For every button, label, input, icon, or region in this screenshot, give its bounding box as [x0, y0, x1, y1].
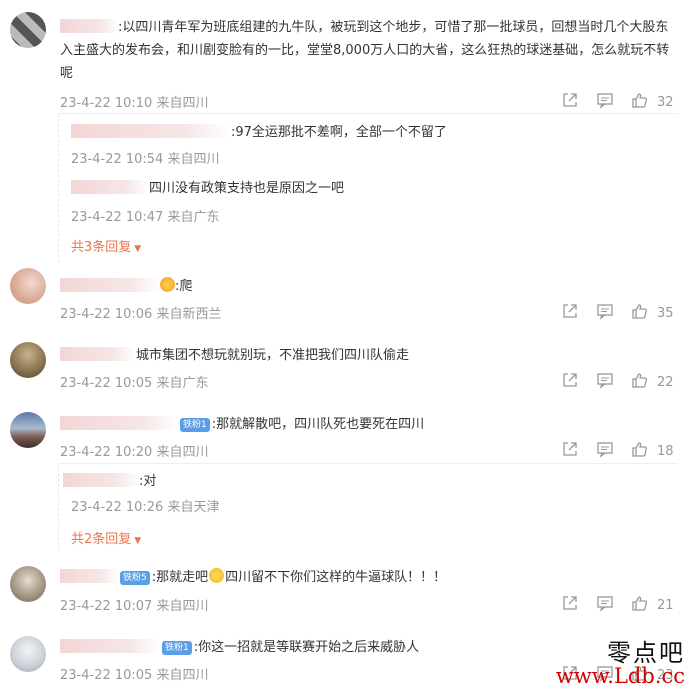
action-bar: 21: [561, 594, 674, 616]
like-icon: [631, 440, 649, 462]
comment-meta: 23-4-22 10:05 来自四川: [60, 668, 209, 683]
username[interactable]: [71, 124, 231, 138]
username[interactable]: [60, 639, 160, 653]
reply-thread: :97全运那批不差啊，全部一个不留了 23-4-22 10:54 来自四川 四川…: [58, 114, 679, 262]
crown-emoji-icon: [160, 277, 175, 292]
username[interactable]: [63, 473, 139, 487]
share-icon[interactable]: [561, 440, 579, 462]
like-count: 32: [657, 94, 674, 110]
username[interactable]: [71, 180, 149, 194]
more-replies-link[interactable]: 共2条回复 ▼: [71, 528, 141, 547]
username[interactable]: [60, 569, 118, 583]
watermark: 零点吧 www.Ldb.cc: [556, 633, 685, 688]
comment-icon[interactable]: [596, 371, 614, 393]
like-icon: [631, 91, 649, 113]
action-bar: 32: [561, 91, 674, 113]
comment-meta: 23-4-22 10:10 来自四川: [60, 96, 209, 111]
like-icon: [631, 302, 649, 324]
like-button[interactable]: 22: [631, 371, 674, 393]
chevron-down-icon: ▼: [134, 536, 142, 546]
comment-meta: 23-4-22 10:07 来自四川: [60, 599, 209, 614]
fan-badge: 铁粉1: [162, 641, 192, 655]
username[interactable]: [60, 347, 136, 361]
avatar[interactable]: [10, 412, 46, 448]
like-button[interactable]: 32: [631, 91, 674, 113]
like-icon: [631, 594, 649, 616]
like-count: 18: [657, 443, 674, 459]
reply-meta: 23-4-22 10:26 来自天津: [71, 500, 220, 515]
like-count: 21: [657, 597, 674, 613]
avatar[interactable]: [10, 12, 46, 48]
like-button[interactable]: 35: [631, 302, 674, 324]
avatar[interactable]: [10, 268, 46, 304]
avatar[interactable]: [10, 342, 46, 378]
like-icon: [631, 371, 649, 393]
comment-meta: 23-4-22 10:05 来自广东: [60, 376, 209, 391]
fan-badge: 铁粉5: [120, 571, 150, 585]
action-bar: 18: [561, 440, 674, 462]
share-icon[interactable]: [561, 91, 579, 113]
username[interactable]: [60, 19, 118, 33]
comment-text: 城市集团不想玩就别玩，不准把我们四川队偷走: [60, 344, 409, 367]
comment-meta: 23-4-22 10:20 来自四川: [60, 445, 209, 460]
comment-text: :爬: [60, 275, 192, 298]
avatar[interactable]: [10, 636, 46, 672]
action-bar: 35: [561, 302, 674, 324]
like-button[interactable]: 21: [631, 594, 674, 616]
smile-emoji-icon: [209, 568, 225, 583]
reply-text: :97全运那批不差啊，全部一个不留了: [71, 121, 447, 144]
share-icon[interactable]: [561, 371, 579, 393]
reply-meta: 23-4-22 10:47 来自广东: [71, 210, 220, 225]
like-button[interactable]: 18: [631, 440, 674, 462]
share-icon[interactable]: [561, 302, 579, 324]
share-icon[interactable]: [561, 594, 579, 616]
like-count: 22: [657, 374, 674, 390]
comment-icon[interactable]: [596, 91, 614, 113]
like-count: 35: [657, 305, 674, 321]
username[interactable]: [60, 416, 178, 430]
comment-text: 铁粉5:那就走吧 四川留不下你们这样的牛逼球队！！！: [60, 566, 446, 589]
comment-text: 铁粉1:你这一招就是等联赛开始之后来威胁人: [60, 636, 419, 659]
reply-thread: :对 23-4-22 10:26 来自天津 共2条回复 ▼: [58, 464, 679, 550]
reply-text: 四川没有政策支持也是原因之一吧: [71, 177, 344, 200]
more-replies-link[interactable]: 共3条回复 ▼: [71, 236, 141, 255]
comment-text: :以四川青年军为班底组建的九牛队，被玩到这个地步，可惜了那一批球员，回想当时几个…: [60, 19, 670, 81]
comment-meta: 23-4-22 10:06 来自新西兰: [60, 307, 222, 322]
reply-meta: 23-4-22 10:54 来自四川: [71, 152, 220, 167]
watermark-url: www.Ldb.cc: [555, 664, 685, 688]
fan-badge: 铁粉1: [180, 418, 210, 432]
avatar[interactable]: [10, 566, 46, 602]
action-bar: 22: [561, 371, 674, 393]
watermark-title: 零点吧: [607, 639, 685, 667]
chevron-down-icon: ▼: [134, 244, 142, 254]
comment-text: 铁粉1:那就解散吧，四川队死也要死在四川: [60, 413, 424, 436]
reply-text: :对: [63, 470, 156, 493]
comment-icon[interactable]: [596, 302, 614, 324]
comment-icon[interactable]: [596, 440, 614, 462]
comment-icon[interactable]: [596, 594, 614, 616]
username[interactable]: [60, 278, 160, 292]
